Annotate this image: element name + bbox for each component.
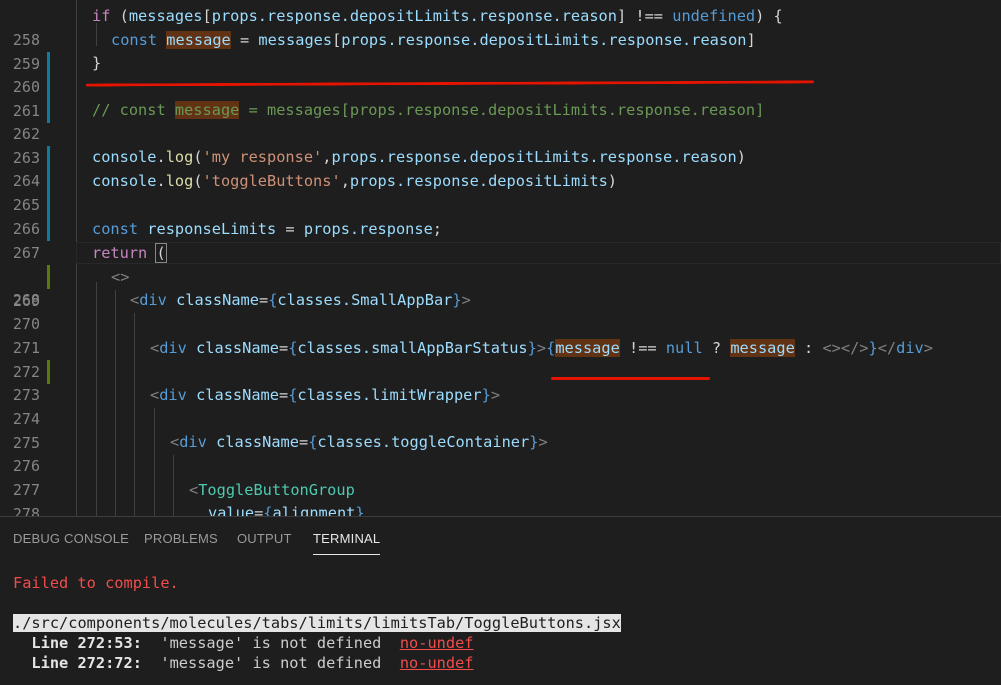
terminal-status: Failed to compile. [13, 574, 179, 592]
code-text: console.log('toggleButtons',props.respon… [92, 172, 618, 190]
terminal-error-line: Line 272:72: 'message' is not defined no… [31, 654, 474, 672]
code-line-267[interactable]: 267 const responseLimits = props.respons… [0, 218, 1001, 289]
code-line-258[interactable]: 258 if (messages[props.response.depositL… [0, 5, 1001, 76]
code-line-261[interactable]: 261 [0, 76, 1001, 120]
undefined-identifier: message [730, 339, 795, 357]
code-line-273[interactable]: 273 [0, 360, 1001, 404]
code-line-278[interactable]: 278 <ToggleButtonGroup [0, 479, 1001, 516]
code-text: return ( [92, 243, 167, 263]
code-text: <div className={classes.toggleContainer}… [170, 433, 548, 451]
code-line-263[interactable]: 263 [0, 123, 1001, 194]
code-line-264[interactable]: 264 console.log('my response',props.resp… [0, 146, 1001, 217]
annotation-underline [551, 377, 710, 380]
code-text: const message = messages[props.response.… [111, 31, 756, 49]
code-text: <> [111, 268, 130, 286]
terminal-file-path: ./src/components/molecules/tabs/limits/l… [13, 614, 621, 632]
code-line-277[interactable]: 277 [0, 455, 1001, 499]
code-line-268[interactable]: 268 return ( [0, 242, 1001, 309]
code-text: console.log('my response',props.response… [92, 148, 746, 166]
terminal-error-line: Line 272:53: 'message' is not defined no… [31, 634, 474, 652]
tab-terminal[interactable]: TERMINAL [313, 531, 381, 555]
code-text: const responseLimits = props.response; [92, 220, 443, 238]
bottom-panel: DEBUG CONSOLE PROBLEMS OUTPUT TERMINAL F… [0, 516, 1001, 685]
code-editor[interactable]: 258 if (messages[props.response.depositL… [0, 0, 1001, 516]
tab-problems[interactable]: PROBLEMS [144, 531, 218, 546]
lint-rule-link: no-undef [399, 634, 474, 652]
code-line-279[interactable]: 279 value={alignment} [0, 502, 1001, 516]
code-line-266[interactable]: 266 [0, 194, 1001, 238]
code-line-276[interactable]: 276 <div className={classes.toggleContai… [0, 431, 1001, 475]
code-line-275[interactable]: 275 [0, 408, 1001, 452]
code-comment: // const message = messages[props.respon… [92, 101, 765, 119]
tab-debug-console[interactable]: DEBUG CONSOLE [13, 531, 129, 546]
code-line-269[interactable]: 269 <> [0, 266, 1001, 310]
lint-rule-link: no-undef [399, 654, 474, 672]
code-text: if (messages[props.response.depositLimit… [92, 7, 783, 25]
tab-output[interactable]: OUTPUT [237, 531, 292, 546]
code-text: } [92, 54, 102, 72]
undefined-identifier: message [555, 339, 620, 357]
code-text: <div className={classes.smallAppBarStatu… [150, 339, 933, 357]
code-text: <div className={classes.SmallAppBar}> [130, 291, 471, 309]
code-line-265[interactable]: 265 console.log('toggleButtons',props.re… [0, 170, 1001, 241]
code-line-260[interactable]: 260 } [0, 52, 1001, 123]
current-line-highlight [76, 242, 1001, 264]
code-line-259[interactable]: 259 const message = messages[props.respo… [0, 29, 1001, 100]
matched-bracket: ( [155, 243, 167, 263]
code-line-274[interactable]: 274 <div className={classes.limitWrapper… [0, 384, 1001, 428]
code-text: <div className={classes.limitWrapper}> [150, 386, 501, 404]
code-line-262[interactable]: 262 // const message = messages[props.re… [0, 99, 1001, 170]
code-line-271[interactable]: 271 [0, 313, 1001, 384]
code-line-272[interactable]: 272 <div className={classes.smallAppBarS… [0, 337, 1001, 381]
code-text: <ToggleButtonGroup [189, 481, 355, 499]
code-line-270[interactable]: 270 <div className={classes.SmallAppBar}… [0, 289, 1001, 333]
code-text: value={alignment} [208, 504, 365, 516]
